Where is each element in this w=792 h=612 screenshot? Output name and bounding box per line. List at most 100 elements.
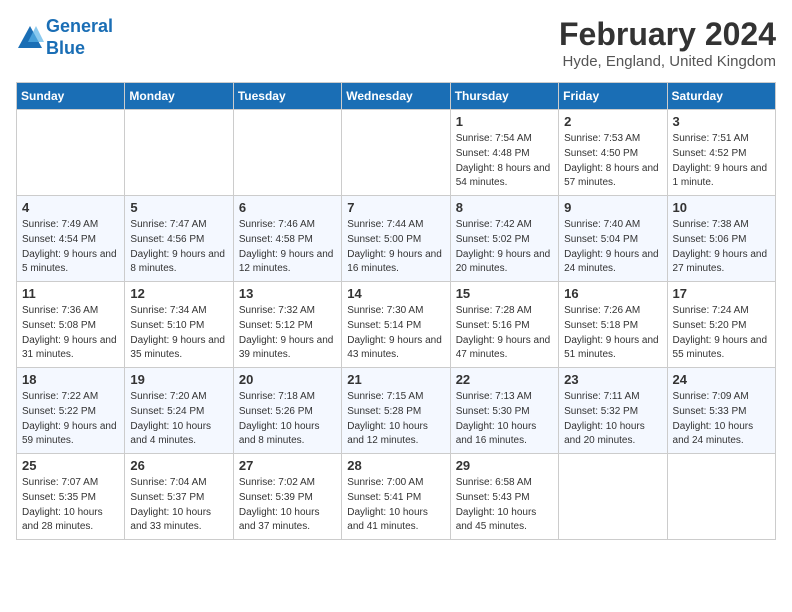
logo-text: General Blue xyxy=(46,16,113,59)
calendar-cell: 17Sunrise: 7:24 AMSunset: 5:20 PMDayligh… xyxy=(667,282,775,368)
calendar-cell: 4Sunrise: 7:49 AMSunset: 4:54 PMDaylight… xyxy=(17,196,125,282)
day-header-tuesday: Tuesday xyxy=(233,83,341,110)
calendar-cell: 15Sunrise: 7:28 AMSunset: 5:16 PMDayligh… xyxy=(450,282,558,368)
day-info: Sunset: 5:18 PM xyxy=(564,319,661,333)
page-header: General Blue February 2024 Hyde, England… xyxy=(16,16,776,70)
calendar-cell xyxy=(342,110,450,196)
calendar-cell xyxy=(559,454,667,540)
day-info: Sunset: 5:24 PM xyxy=(130,405,227,419)
day-number: 13 xyxy=(239,286,336,301)
calendar-cell: 25Sunrise: 7:07 AMSunset: 5:35 PMDayligh… xyxy=(17,454,125,540)
title-block: February 2024 Hyde, England, United King… xyxy=(559,16,776,70)
day-info: Sunrise: 7:38 AM xyxy=(673,218,770,232)
calendar-cell: 13Sunrise: 7:32 AMSunset: 5:12 PMDayligh… xyxy=(233,282,341,368)
day-info: Daylight: 10 hours and 45 minutes. xyxy=(456,506,553,534)
day-number: 12 xyxy=(130,286,227,301)
day-info: Sunrise: 7:53 AM xyxy=(564,132,661,146)
day-info: Sunrise: 7:09 AM xyxy=(673,390,770,404)
day-header-sunday: Sunday xyxy=(17,83,125,110)
day-info: Daylight: 10 hours and 4 minutes. xyxy=(130,420,227,448)
calendar-cell: 11Sunrise: 7:36 AMSunset: 5:08 PMDayligh… xyxy=(17,282,125,368)
calendar-cell: 12Sunrise: 7:34 AMSunset: 5:10 PMDayligh… xyxy=(125,282,233,368)
logo: General Blue xyxy=(16,16,113,59)
calendar-cell: 7Sunrise: 7:44 AMSunset: 5:00 PMDaylight… xyxy=(342,196,450,282)
day-info: Daylight: 9 hours and 59 minutes. xyxy=(22,420,119,448)
day-info: Sunset: 4:52 PM xyxy=(673,147,770,161)
day-number: 19 xyxy=(130,372,227,387)
calendar-cell: 19 Sunrise: 7:20 AMSunset: 5:24 PMDayligh… xyxy=(125,368,233,454)
day-info: Sunrise: 7:54 AM xyxy=(456,132,553,146)
day-number: 26 xyxy=(130,458,227,473)
day-info: Sunset: 5:28 PM xyxy=(347,405,444,419)
day-info: Daylight: 10 hours and 20 minutes. xyxy=(564,420,661,448)
calendar-cell: 20Sunrise: 7:18 AMSunset: 5:26 PMDayligh… xyxy=(233,368,341,454)
day-info: Daylight: 10 hours and 37 minutes. xyxy=(239,506,336,534)
day-info: Sunrise: 7:04 AM xyxy=(130,476,227,490)
calendar-cell: 27Sunrise: 7:02 AMSunset: 5:39 PMDayligh… xyxy=(233,454,341,540)
day-number: 24 xyxy=(673,372,770,387)
day-number: 7 xyxy=(347,200,444,215)
day-info: Daylight: 9 hours and 55 minutes. xyxy=(673,334,770,362)
day-info: Sunrise: 7:02 AM xyxy=(239,476,336,490)
day-info: Daylight: 9 hours and 8 minutes. xyxy=(130,248,227,276)
day-info: Daylight: 10 hours and 12 minutes. xyxy=(347,420,444,448)
calendar-cell: 8Sunrise: 7:42 AMSunset: 5:02 PMDaylight… xyxy=(450,196,558,282)
day-info: Sunrise: 7:11 AM xyxy=(564,390,661,404)
calendar-cell: 1Sunrise: 7:54 AMSunset: 4:48 PMDaylight… xyxy=(450,110,558,196)
day-info: Sunset: 5:20 PM xyxy=(673,319,770,333)
day-info: Sunset: 5:30 PM xyxy=(456,405,553,419)
calendar-cell xyxy=(125,110,233,196)
day-header-monday: Monday xyxy=(125,83,233,110)
day-info: Daylight: 9 hours and 39 minutes. xyxy=(239,334,336,362)
day-number: 10 xyxy=(673,200,770,215)
calendar-table: SundayMondayTuesdayWednesdayThursdayFrid… xyxy=(16,82,776,540)
day-info: Sunset: 5:06 PM xyxy=(673,233,770,247)
day-info: Sunrise: 7:30 AM xyxy=(347,304,444,318)
day-number: 29 xyxy=(456,458,553,473)
day-header-saturday: Saturday xyxy=(667,83,775,110)
day-info: Sunrise: 7:22 AM xyxy=(22,390,119,404)
day-info: Sunset: 5:02 PM xyxy=(456,233,553,247)
day-info: Sunrise: 7:00 AM xyxy=(347,476,444,490)
day-number: 4 xyxy=(22,200,119,215)
day-info: Sunset: 4:54 PM xyxy=(22,233,119,247)
day-info: Sunrise: 7:40 AM xyxy=(564,218,661,232)
day-info: Daylight: 9 hours and 12 minutes. xyxy=(239,248,336,276)
day-number: 3 xyxy=(673,114,770,129)
calendar-cell: 22Sunrise: 7:13 AMSunset: 5:30 PMDayligh… xyxy=(450,368,558,454)
calendar-cell xyxy=(17,110,125,196)
day-info: Daylight: 10 hours and 28 minutes. xyxy=(22,506,119,534)
day-info: Daylight: 8 hours and 54 minutes. xyxy=(456,162,553,190)
calendar-cell xyxy=(667,454,775,540)
calendar-cell: 2Sunrise: 7:53 AMSunset: 4:50 PMDaylight… xyxy=(559,110,667,196)
day-number: 18 xyxy=(22,372,119,387)
day-number: 21 xyxy=(347,372,444,387)
day-number: 5 xyxy=(130,200,227,215)
day-info: Daylight: 8 hours and 57 minutes. xyxy=(564,162,661,190)
day-number: 20 xyxy=(239,372,336,387)
calendar-week-row: 1Sunrise: 7:54 AMSunset: 4:48 PMDaylight… xyxy=(17,110,776,196)
calendar-cell: 23Sunrise: 7:11 AMSunset: 5:32 PMDayligh… xyxy=(559,368,667,454)
day-header-thursday: Thursday xyxy=(450,83,558,110)
calendar-header-row: SundayMondayTuesdayWednesdayThursdayFrid… xyxy=(17,83,776,110)
day-number: 11 xyxy=(22,286,119,301)
calendar-cell: 26Sunrise: 7:04 AMSunset: 5:37 PMDayligh… xyxy=(125,454,233,540)
day-info: Daylight: 9 hours and 16 minutes. xyxy=(347,248,444,276)
day-info: Daylight: 9 hours and 47 minutes. xyxy=(456,334,553,362)
day-info: Sunset: 4:48 PM xyxy=(456,147,553,161)
day-info: Sunrise: 7:18 AM xyxy=(239,390,336,404)
logo-line2: Blue xyxy=(46,38,85,58)
day-info: Daylight: 9 hours and 51 minutes. xyxy=(564,334,661,362)
calendar-week-row: 11Sunrise: 7:36 AMSunset: 5:08 PMDayligh… xyxy=(17,282,776,368)
calendar-cell: 21Sunrise: 7:15 AMSunset: 5:28 PMDayligh… xyxy=(342,368,450,454)
calendar-week-row: 25Sunrise: 7:07 AMSunset: 5:35 PMDayligh… xyxy=(17,454,776,540)
day-info: Sunrise: 7:20 AM xyxy=(130,390,227,404)
calendar-cell: 5Sunrise: 7:47 AMSunset: 4:56 PMDaylight… xyxy=(125,196,233,282)
day-info: Daylight: 10 hours and 41 minutes. xyxy=(347,506,444,534)
day-info: Sunrise: 7:42 AM xyxy=(456,218,553,232)
day-info: Sunrise: 7:34 AM xyxy=(130,304,227,318)
day-info: Sunrise: 7:44 AM xyxy=(347,218,444,232)
day-info: Daylight: 10 hours and 24 minutes. xyxy=(673,420,770,448)
logo-line1: General xyxy=(46,16,113,36)
location-title: Hyde, England, United Kingdom xyxy=(559,53,776,70)
